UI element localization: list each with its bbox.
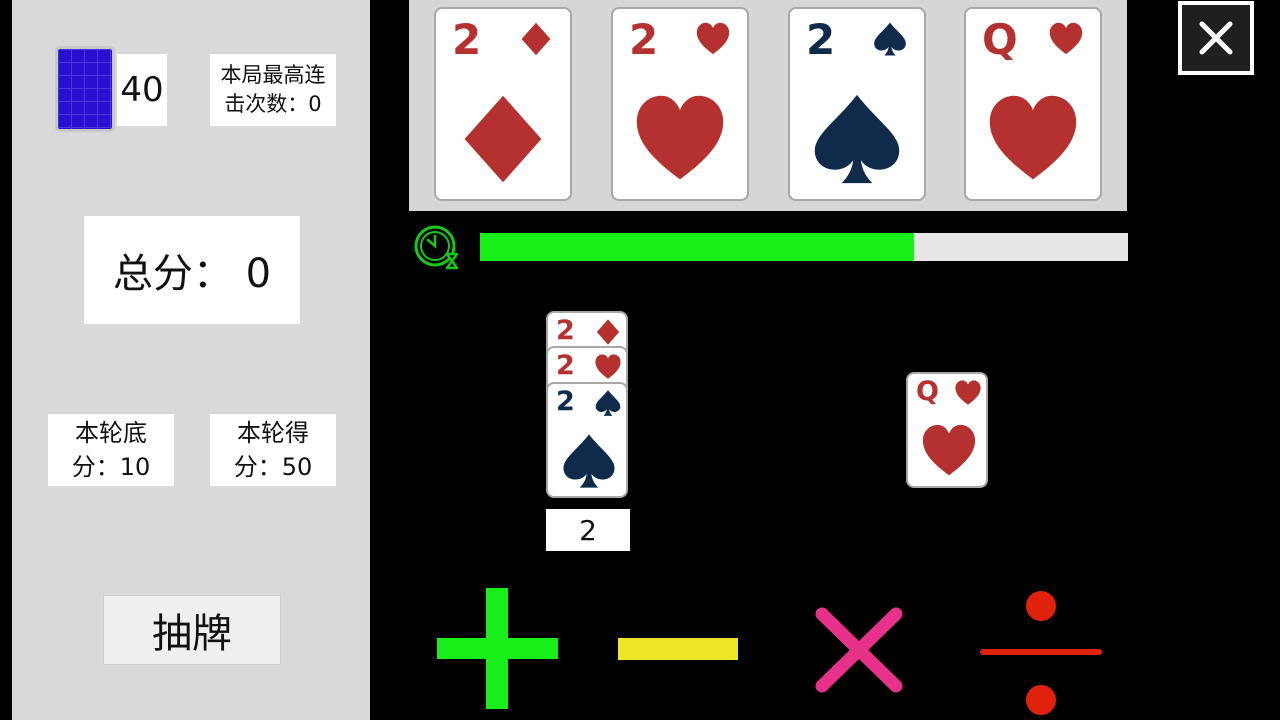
- diamond-corner-icon: [521, 22, 551, 56]
- clock-hourglass-icon: [414, 225, 459, 270]
- minus-operator-button[interactable]: [618, 638, 738, 660]
- heart-corner-icon: [595, 354, 621, 379]
- total-score: 总分： 0: [84, 216, 300, 324]
- multiply-operator-button[interactable]: [814, 606, 904, 694]
- top-card-2-diamonds[interactable]: 2: [434, 7, 572, 201]
- plus-operator-button[interactable]: [437, 588, 558, 709]
- heart-corner-icon: [1049, 22, 1083, 55]
- draw-card-button[interactable]: 抽牌: [103, 595, 281, 665]
- close-button[interactable]: [1178, 1, 1254, 75]
- heart-corner-icon: [696, 22, 730, 55]
- spade-corner-icon: [595, 390, 621, 416]
- spade-center-icon: [563, 434, 615, 488]
- card-deck-icon: [55, 46, 115, 132]
- close-icon: [1182, 5, 1250, 71]
- diamond-center-icon: [464, 95, 542, 183]
- heart-center-icon: [922, 424, 976, 476]
- timer-bar-fill: [480, 233, 915, 261]
- deck-count: 40: [117, 54, 167, 126]
- top-card-2-hearts[interactable]: 2: [611, 7, 749, 201]
- diamond-corner-icon: [596, 319, 620, 345]
- spade-corner-icon: [874, 22, 906, 56]
- round-earned-score: 本轮得 分：50: [210, 414, 336, 486]
- timer-bar: [480, 233, 1128, 261]
- stack-value: 2: [546, 509, 630, 551]
- spade-center-icon: [814, 94, 900, 184]
- stack-card-2-spades[interactable]: 2: [546, 382, 628, 498]
- target-card-q-hearts[interactable]: Q: [906, 372, 988, 488]
- round-base-score: 本轮底 分：10: [48, 414, 174, 486]
- heart-center-icon: [636, 95, 724, 180]
- max-combo-label: 本局最高连 击次数：0: [210, 54, 336, 126]
- divide-operator-button[interactable]: [978, 590, 1104, 716]
- heart-corner-icon: [955, 380, 981, 405]
- top-card-q-hearts[interactable]: Q: [964, 7, 1102, 201]
- top-card-2-spades[interactable]: 2: [788, 7, 926, 201]
- heart-center-icon: [989, 95, 1077, 180]
